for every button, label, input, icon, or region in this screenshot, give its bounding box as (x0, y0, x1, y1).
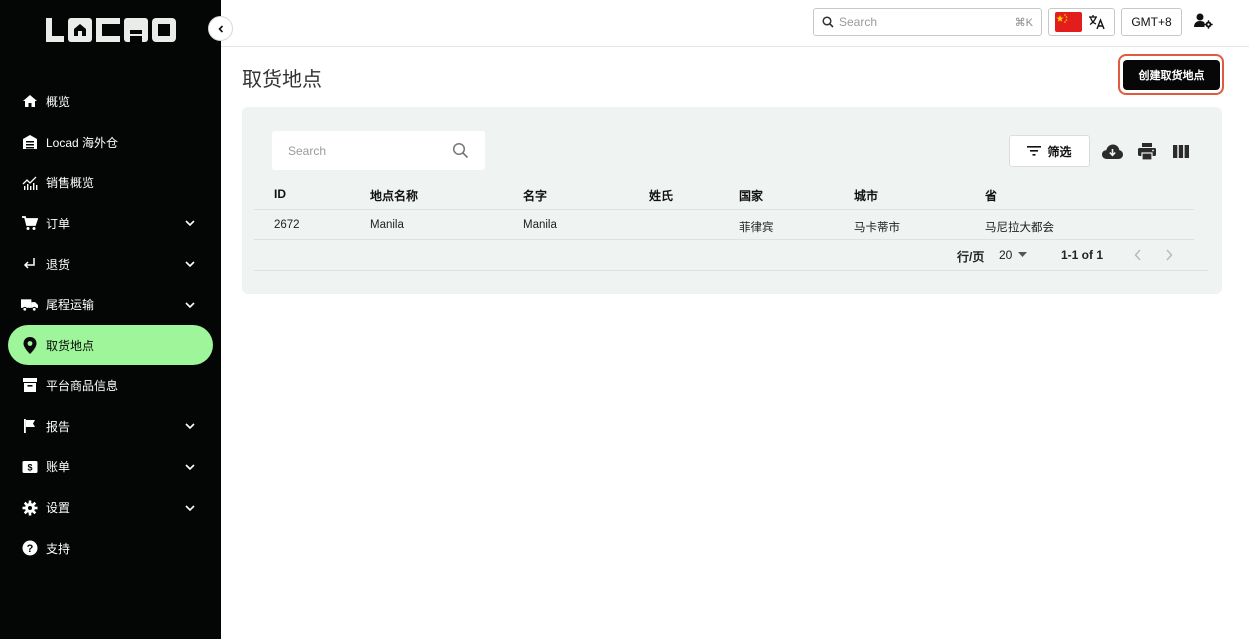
filter-label: 筛选 (1047, 144, 1072, 159)
sidebar-item-label: 平台商品信息 (46, 378, 119, 393)
column-header-city[interactable]: 城市 (854, 187, 878, 204)
column-header-province[interactable]: 省 (985, 187, 997, 204)
cell-location-name: Manila (370, 219, 404, 231)
caret-down-icon (1018, 252, 1028, 257)
chevron-down-icon (185, 464, 195, 470)
table-search-input[interactable]: Search (272, 131, 485, 170)
home-icon (21, 93, 38, 110)
table-header: ID 地点名称 名字 姓氏 国家 城市 省 (254, 179, 1194, 210)
sidebar-item-last-mile[interactable]: 尾程运输 (0, 284, 221, 325)
cell-id: 2672 (274, 219, 300, 231)
column-header-location-name[interactable]: 地点名称 (370, 187, 418, 204)
filter-button[interactable]: 筛选 (1009, 135, 1090, 167)
sidebar-item-returns[interactable]: 退货 (0, 244, 221, 285)
cell-country: 菲律宾 (739, 222, 774, 234)
sidebar-item-support[interactable]: ? 支持 (0, 528, 221, 569)
next-page-button[interactable] (1160, 246, 1178, 264)
pickup-locations-table-card: Search 筛选 ID 地点名称 名字 姓氏 国家 城市 省 2672 Man… (242, 107, 1222, 294)
sidebar-item-platform-products[interactable]: 平台商品信息 (0, 365, 221, 406)
table-search-placeholder: Search (288, 143, 327, 158)
warehouse-icon (21, 134, 38, 151)
sidebar-item-pickup-locations[interactable]: 取货地点 (8, 325, 213, 366)
search-icon (822, 16, 834, 28)
sidebar-item-billing[interactable]: $ 账单 (0, 447, 221, 488)
sidebar-item-overview[interactable]: 概览 (0, 81, 221, 122)
pagination: 行/页 20 1-1 of 1 (254, 240, 1208, 271)
column-header-id[interactable]: ID (274, 187, 286, 201)
top-bar: Search ⌘K GMT+8 (221, 0, 1249, 47)
chevron-left-icon (1134, 249, 1141, 261)
chevron-down-icon (185, 504, 195, 511)
svg-text:?: ? (26, 543, 33, 555)
rows-per-page-select[interactable]: 20 (999, 248, 1028, 262)
analytics-icon (21, 174, 38, 191)
location-pin-icon (21, 336, 38, 354)
global-search-input[interactable]: Search ⌘K (813, 8, 1042, 36)
truck-icon (21, 296, 38, 313)
rows-per-page-label: 行/页 (957, 250, 985, 264)
sidebar-item-label: 支持 (46, 541, 71, 556)
language-selector[interactable] (1048, 8, 1115, 36)
chevron-down-icon (185, 261, 195, 268)
column-header-last-name[interactable]: 姓氏 (649, 187, 673, 204)
download-icon[interactable] (1101, 141, 1123, 161)
filter-icon (1027, 146, 1042, 156)
column-header-first-name[interactable]: 名字 (523, 187, 547, 204)
china-flag-icon (1055, 12, 1082, 32)
help-icon: ? (21, 540, 38, 557)
columns-icon[interactable] (1170, 141, 1192, 161)
return-icon (21, 256, 38, 273)
sidebar-item-warehouse[interactable]: Locad 海外仓 (0, 122, 221, 163)
user-settings-icon[interactable] (1194, 12, 1214, 32)
cell-province: 马尼拉大都会 (985, 222, 1054, 234)
create-pickup-location-button[interactable]: 创建取货地点 (1123, 60, 1220, 90)
cell-first-name: Manila (523, 219, 557, 231)
archive-icon (21, 377, 38, 394)
search-placeholder: Search (839, 15, 878, 29)
translate-icon (1089, 15, 1105, 30)
sidebar-item-orders[interactable]: 订单 (0, 203, 221, 244)
billing-icon: $ (21, 458, 38, 475)
chevron-down-icon (185, 302, 195, 308)
gear-icon (21, 499, 38, 516)
sidebar-item-reports[interactable]: 报告 (0, 406, 221, 447)
chevron-right-icon (1166, 249, 1173, 261)
table-row[interactable]: 2672 Manila Manila 菲律宾 马卡蒂市 马尼拉大都会 (254, 210, 1194, 240)
timezone-selector[interactable]: GMT+8 (1121, 8, 1182, 36)
pagination-range: 1-1 of 1 (1061, 248, 1104, 262)
sidebar-item-sales-overview[interactable]: 销售概览 (0, 162, 221, 203)
chevron-down-icon (185, 423, 195, 430)
cell-city: 马卡蒂市 (854, 222, 900, 234)
sidebar-collapse-button[interactable] (208, 16, 233, 41)
sidebar-item-label: Locad 海外仓 (46, 135, 119, 150)
locad-logo[interactable] (46, 16, 176, 46)
print-icon[interactable] (1136, 141, 1158, 161)
prev-page-button[interactable] (1129, 246, 1147, 264)
sidebar-item-label: 取货地点 (46, 338, 95, 353)
sidebar-nav: 概览 Locad 海外仓 销售概览 订单 退货 尾程运输 取货地点 平台商品信息… (0, 81, 221, 569)
chevron-left-icon (217, 24, 223, 33)
flag-icon (21, 418, 38, 435)
page-title: 取货地点 (242, 69, 322, 91)
search-icon (452, 142, 469, 159)
cart-icon (21, 215, 38, 232)
rows-per-page-value: 20 (999, 248, 1013, 262)
sidebar: 概览 Locad 海外仓 销售概览 订单 退货 尾程运输 取货地点 平台商品信息… (0, 0, 221, 639)
sidebar-item-label: 销售概览 (46, 176, 95, 191)
chevron-down-icon (185, 220, 195, 227)
sidebar-item-settings[interactable]: 设置 (0, 487, 221, 528)
svg-text:$: $ (27, 462, 32, 472)
search-shortcut: ⌘K (1014, 16, 1033, 29)
sidebar-item-label: 概览 (46, 94, 71, 109)
column-header-country[interactable]: 国家 (739, 187, 763, 204)
